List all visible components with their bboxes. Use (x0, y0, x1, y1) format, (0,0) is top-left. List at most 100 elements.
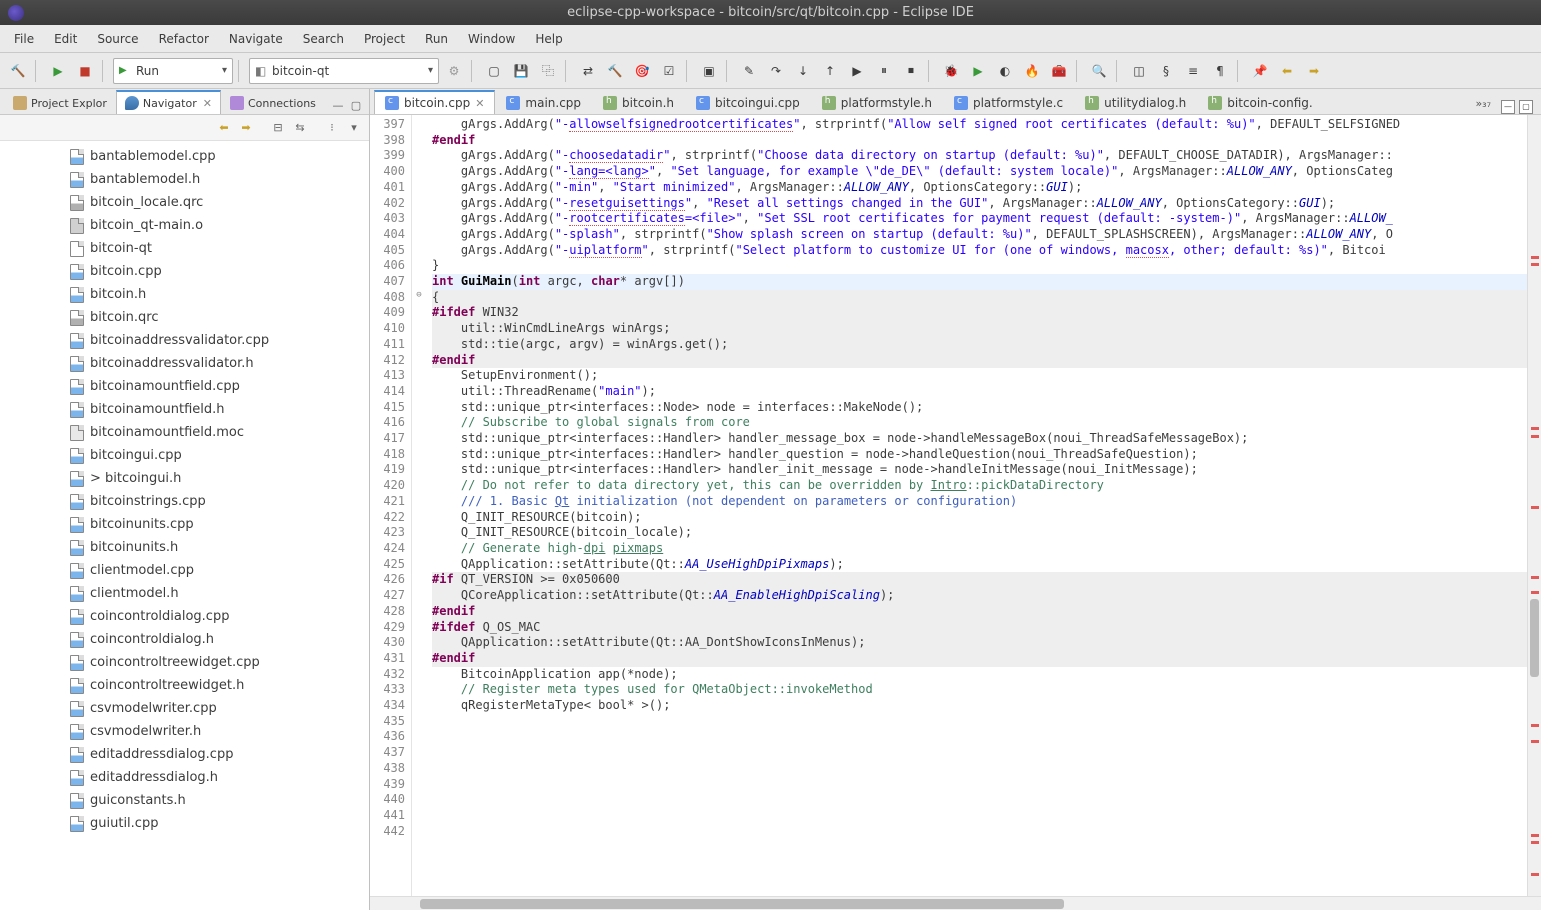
coverage-icon[interactable]: ◐ (993, 59, 1017, 83)
save-button[interactable]: 💾 (509, 59, 533, 83)
tree-item[interactable]: bitcoinaddressvalidator.cpp (0, 329, 369, 352)
close-editor-icon[interactable]: ✕ (475, 97, 484, 110)
tree-item[interactable]: editaddressdialog.cpp (0, 743, 369, 766)
format-icon[interactable]: ≡ (1181, 59, 1205, 83)
menu-navigate[interactable]: Navigate (219, 28, 293, 50)
tree-item[interactable]: bantablemodel.cpp (0, 145, 369, 168)
collapse-all-icon[interactable]: ⊟ (269, 119, 287, 137)
toggle-comment-icon[interactable]: § (1154, 59, 1178, 83)
editor-tab[interactable]: bitcoingui.cpp (685, 91, 811, 114)
nav-back-icon[interactable]: ⬅ (215, 119, 233, 137)
sort-icon[interactable]: ¶ (1208, 59, 1232, 83)
new-button[interactable]: ▢ (482, 59, 506, 83)
tree-item[interactable]: editaddressdialog.h (0, 766, 369, 789)
debug-icon[interactable]: 🐞 (939, 59, 963, 83)
wand-icon[interactable]: ✎ (737, 59, 761, 83)
tree-item[interactable]: coincontroltreewidget.h (0, 674, 369, 697)
horizontal-scrollbar[interactable] (370, 896, 1541, 910)
tree-item[interactable]: guiutil.cpp (0, 812, 369, 835)
build-target-combo[interactable]: bitcoin-qt (249, 58, 439, 84)
run2-icon[interactable]: ▶ (966, 59, 990, 83)
tree-item[interactable]: bitcoingui.cpp (0, 444, 369, 467)
editor-tab[interactable]: bitcoin-config. (1197, 91, 1323, 114)
ext-tools-icon[interactable]: 🧰 (1047, 59, 1071, 83)
tree-item[interactable]: bitcoinstrings.cpp (0, 490, 369, 513)
overview-ruler[interactable] (1527, 115, 1541, 896)
launch-config-combo[interactable]: Run (113, 58, 233, 84)
view-tab-connections[interactable]: Connections (221, 91, 325, 114)
navigator-tree[interactable]: bantablemodel.cppbantablemodel.hbitcoin_… (0, 141, 369, 910)
editor-tab[interactable]: bitcoin.h (592, 91, 685, 114)
tree-item[interactable]: bitcoin_locale.qrc (0, 191, 369, 214)
code-editor[interactable]: gArgs.AddArg("-allowselfsignedrootcertif… (426, 115, 1527, 896)
menu-file[interactable]: File (4, 28, 44, 50)
filter-icon[interactable]: ⁝ (323, 119, 341, 137)
editor-tab[interactable]: bitcoin.cpp✕ (374, 90, 495, 114)
tree-item[interactable]: csvmodelwriter.h (0, 720, 369, 743)
menu-refactor[interactable]: Refactor (149, 28, 219, 50)
terminate-icon[interactable]: ⏹ (899, 59, 923, 83)
view-tab-navigator[interactable]: Navigator✕ (116, 90, 221, 114)
step-return-icon[interactable]: ↑ (818, 59, 842, 83)
menu-edit[interactable]: Edit (44, 28, 87, 50)
editor-tab[interactable]: platformstyle.c (943, 91, 1074, 114)
step-into-icon[interactable]: ↓ (791, 59, 815, 83)
tree-item[interactable]: bitcoin_qt-main.o (0, 214, 369, 237)
tree-item[interactable]: clientmodel.h (0, 582, 369, 605)
editor-tab[interactable]: platformstyle.h (811, 91, 943, 114)
fold-gutter[interactable]: ⊖ (412, 115, 426, 896)
tree-item[interactable]: bitcoin-qt (0, 237, 369, 260)
back-icon[interactable]: ⬅ (1275, 59, 1299, 83)
resume-icon[interactable]: ▶ (845, 59, 869, 83)
forward-icon[interactable]: ➡ (1302, 59, 1326, 83)
maximize-view-button[interactable]: ▢ (347, 96, 365, 114)
tree-item[interactable]: bitcoin.h (0, 283, 369, 306)
editor-tab[interactable]: utilitydialog.h (1074, 91, 1197, 114)
menu-search[interactable]: Search (293, 28, 354, 50)
switch-button[interactable]: ⇄ (576, 59, 600, 83)
tree-item[interactable]: coincontroldialog.h (0, 628, 369, 651)
minimize-view-button[interactable]: — (329, 96, 347, 114)
run-button[interactable]: ▶ (46, 59, 70, 83)
tree-item[interactable]: bitcoinunits.h (0, 536, 369, 559)
tree-item[interactable]: > bitcoingui.h (0, 467, 369, 490)
tree-item[interactable]: bitcoinamountfield.moc (0, 421, 369, 444)
save-all-button[interactable]: ⿻ (536, 59, 560, 83)
search-icon[interactable]: 🔍 (1087, 59, 1111, 83)
tree-item[interactable]: bitcoinamountfield.h (0, 398, 369, 421)
close-tab-icon[interactable]: ✕ (203, 97, 212, 110)
config-button[interactable]: ⚙ (442, 59, 466, 83)
profile-icon[interactable]: 🔥 (1020, 59, 1044, 83)
outline-icon[interactable]: ◫ (1127, 59, 1151, 83)
menu-source[interactable]: Source (87, 28, 148, 50)
menu-window[interactable]: Window (458, 28, 525, 50)
tree-item[interactable]: coincontroltreewidget.cpp (0, 651, 369, 674)
tree-item[interactable]: bitcoinunits.cpp (0, 513, 369, 536)
terminal-icon[interactable]: ▣ (697, 59, 721, 83)
view-tab-project-explor[interactable]: Project Explor (4, 91, 116, 114)
tree-item[interactable]: coincontroldialog.cpp (0, 605, 369, 628)
checkbox-icon[interactable]: ☑ (657, 59, 681, 83)
tree-item[interactable]: bantablemodel.h (0, 168, 369, 191)
build-all-button[interactable]: 🔨 (603, 59, 627, 83)
more-tabs-button[interactable]: »₃₇ (1469, 93, 1497, 114)
maximize-editor-button[interactable]: ▢ (1519, 100, 1533, 114)
build-button[interactable]: 🔨 (6, 59, 30, 83)
menu-project[interactable]: Project (354, 28, 415, 50)
pin-icon[interactable]: 📌 (1248, 59, 1272, 83)
menu-help[interactable]: Help (525, 28, 572, 50)
nav-forward-icon[interactable]: ➡ (237, 119, 255, 137)
minimize-editor-button[interactable]: — (1501, 100, 1515, 114)
editor-tab[interactable]: main.cpp (495, 91, 592, 114)
tree-item[interactable]: bitcoinamountfield.cpp (0, 375, 369, 398)
menu-run[interactable]: Run (415, 28, 458, 50)
tree-item[interactable]: bitcoin.cpp (0, 260, 369, 283)
suspend-icon[interactable]: ⏸ (872, 59, 896, 83)
stop-button[interactable]: ■ (73, 59, 97, 83)
tree-item[interactable]: bitcoinaddressvalidator.h (0, 352, 369, 375)
tree-item[interactable]: clientmodel.cpp (0, 559, 369, 582)
tree-item[interactable]: bitcoin.qrc (0, 306, 369, 329)
view-menu-icon[interactable]: ▾ (345, 119, 363, 137)
tree-item[interactable]: csvmodelwriter.cpp (0, 697, 369, 720)
build-target2-button[interactable]: 🎯 (630, 59, 654, 83)
